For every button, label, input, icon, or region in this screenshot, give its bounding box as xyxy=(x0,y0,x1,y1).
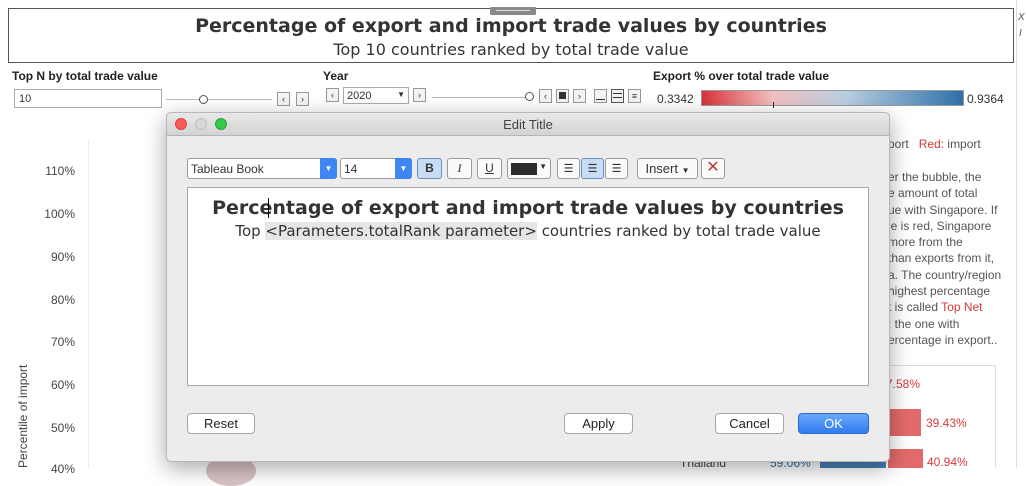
font-family-select[interactable]: Tableau Book ▼ xyxy=(187,158,337,179)
parameter-token[interactable]: <Parameters.totalRank parameter> xyxy=(265,222,537,240)
year-next-button[interactable]: › xyxy=(413,88,426,102)
bar-value-label: 39.43% xyxy=(926,416,967,430)
speed-fast-button[interactable]: ≡ xyxy=(628,89,641,103)
edge-glyph: X xyxy=(1018,12,1025,23)
chevron-down-icon: ▼ xyxy=(320,158,337,179)
insert-button[interactable]: Insert ▼ xyxy=(637,158,698,179)
editor-subtitle-suffix: countries ranked by total trade value xyxy=(536,222,821,240)
align-center-button[interactable]: ☰ xyxy=(581,158,604,179)
editor-subtitle-prefix: Top xyxy=(235,222,266,240)
year-slider-track[interactable] xyxy=(432,97,530,98)
align-left-button[interactable]: ☰ xyxy=(557,158,580,179)
right-edge-strip: X I xyxy=(1016,0,1026,468)
y-tick-label: 40% xyxy=(50,462,75,476)
align-right-button[interactable]: ☰ xyxy=(605,158,628,179)
title-text-editor[interactable]: Percentage of export and import trade va… xyxy=(187,187,869,386)
gradient-marker xyxy=(773,102,774,108)
bar[interactable] xyxy=(888,409,921,436)
underline-button[interactable]: U xyxy=(477,158,502,179)
clear-formatting-button[interactable]: ✕ xyxy=(701,158,725,179)
align-right-icon: ☰ xyxy=(611,163,622,175)
year-step-forward-button[interactable]: › xyxy=(573,89,586,103)
align-center-icon: ☰ xyxy=(587,163,598,175)
font-family-value: Tableau Book xyxy=(191,162,264,176)
y-tick-label: 110% xyxy=(45,164,75,178)
insert-label: Insert xyxy=(645,161,678,176)
speed-normal-button[interactable] xyxy=(611,89,624,103)
topn-input[interactable]: 10 xyxy=(14,89,162,108)
font-size-value: 14 xyxy=(344,162,358,176)
edge-glyph: I xyxy=(1019,28,1022,39)
topn-next-button[interactable]: › xyxy=(296,92,309,106)
year-label: Year xyxy=(323,69,349,83)
y-tick-label: 100% xyxy=(44,207,75,221)
year-select[interactable]: 2020 ▼ xyxy=(343,87,409,104)
italic-button[interactable]: I xyxy=(447,158,472,179)
dashboard-subtitle: Top 10 countries ranked by total trade v… xyxy=(333,40,689,59)
chart-axis-line xyxy=(88,140,89,468)
year-step-back-button[interactable]: ‹ xyxy=(539,89,552,103)
legend-description: er the bubble, the e amount of total ue … xyxy=(888,170,1002,347)
chevron-down-icon: ▼ xyxy=(397,90,405,99)
editor-title-line: Percentage of export and import trade va… xyxy=(188,197,868,219)
edit-title-dialog: Edit Title Tableau Book ▼ 14 ▼ B I U ▼ ☰… xyxy=(166,112,890,462)
text-color-button[interactable]: ▼ xyxy=(507,158,551,179)
font-size-select[interactable]: 14 ▼ xyxy=(340,158,412,179)
year-value: 2020 xyxy=(347,90,372,102)
dialog-title: Edit Title xyxy=(503,117,553,132)
editor-subtitle-line: Top <Parameters.totalRank parameter> cou… xyxy=(188,222,868,240)
close-icon: ✕ xyxy=(706,159,720,176)
y-tick-label: 70% xyxy=(50,335,75,349)
align-left-icon: ☰ xyxy=(563,163,574,175)
bar-value-label: 7.58% xyxy=(886,377,921,391)
chevron-down-icon: ▼ xyxy=(395,158,412,179)
apply-button[interactable]: Apply xyxy=(564,413,633,434)
export-label: Export % over total trade value xyxy=(653,69,830,83)
y-tick-label: 90% xyxy=(50,250,75,264)
export-color-gradient xyxy=(701,90,964,106)
speed-slow-button[interactable] xyxy=(594,89,607,103)
topn-label: Top N by total trade value xyxy=(12,69,158,83)
year-prev-button[interactable]: ‹ xyxy=(326,88,339,102)
bar-value-label: 40.94% xyxy=(927,455,968,469)
dashboard-title-box[interactable]: Percentage of export and import trade va… xyxy=(8,8,1014,63)
title-drag-handle[interactable] xyxy=(490,7,536,15)
y-tick-label: 60% xyxy=(50,378,75,392)
dialog-titlebar[interactable]: Edit Title xyxy=(167,113,889,136)
text-cursor xyxy=(268,198,269,218)
year-slider-knob[interactable] xyxy=(525,92,534,101)
text-color-swatch xyxy=(511,163,537,175)
topn-prev-button[interactable]: ‹ xyxy=(277,92,290,106)
y-tick-label: 80% xyxy=(50,293,75,307)
topn-slider-knob[interactable] xyxy=(199,95,208,104)
export-min-value: 0.3342 xyxy=(657,92,694,106)
legend-header: port Red: import xyxy=(888,137,981,151)
bar[interactable] xyxy=(888,449,923,468)
reset-button[interactable]: Reset xyxy=(187,413,255,434)
y-axis-title: Percentile of import xyxy=(16,364,30,468)
editor-title-text: Percentage of export and import trade va… xyxy=(212,197,844,219)
ok-button[interactable]: OK xyxy=(798,413,869,434)
dashboard-title: Percentage of export and import trade va… xyxy=(195,15,827,37)
topn-slider-track[interactable] xyxy=(166,99,272,100)
cancel-button[interactable]: Cancel xyxy=(715,413,784,434)
export-max-value: 0.9364 xyxy=(967,92,1004,106)
bold-button[interactable]: B xyxy=(417,158,442,179)
chevron-down-icon: ▼ xyxy=(681,166,690,175)
play-stop-button[interactable] xyxy=(556,89,569,103)
chevron-down-icon: ▼ xyxy=(539,162,547,171)
y-tick-label: 50% xyxy=(50,421,75,435)
